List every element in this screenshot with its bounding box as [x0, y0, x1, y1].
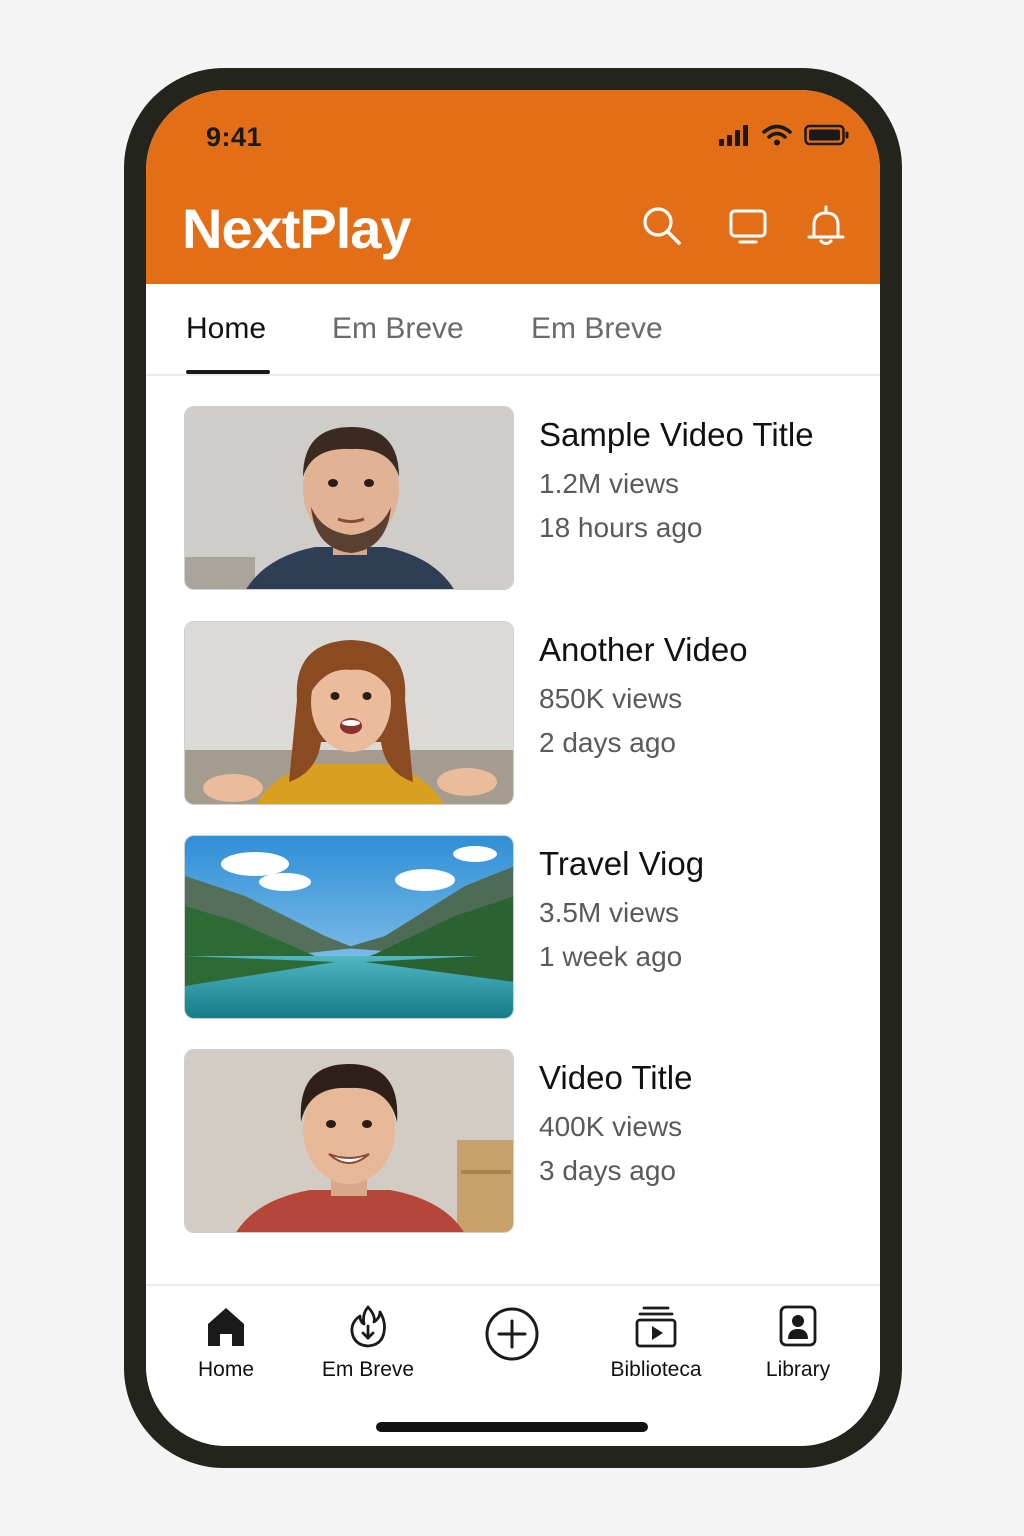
- nav-label: Em Breve: [321, 1358, 415, 1381]
- nav-em-breve[interactable]: Em Breve: [298, 1304, 438, 1382]
- video-views: 1.2M views: [539, 468, 680, 499]
- video-age: 2 days ago: [539, 727, 676, 758]
- mountain-lake-image: [185, 836, 513, 1018]
- wifi-icon: [762, 124, 792, 146]
- video-age: 3 days ago: [539, 1155, 676, 1186]
- app-header: 9:41 NextPlay: [146, 90, 880, 284]
- signal-icon: [719, 125, 748, 146]
- tab-home[interactable]: Home: [186, 312, 266, 346]
- bell-icon: [807, 205, 845, 245]
- video-thumbnail[interactable]: [184, 621, 514, 805]
- battery-icon: [804, 124, 849, 146]
- active-tab-indicator: [186, 370, 270, 374]
- video-age: 18 hours ago: [539, 512, 703, 543]
- flame-icon: [350, 1305, 386, 1348]
- app-logo-title: NextPlay: [182, 197, 412, 260]
- woman-portrait-image: [185, 622, 513, 804]
- video-title: Sample Video Title: [539, 416, 814, 453]
- video-thumbnail[interactable]: [184, 406, 514, 590]
- man-portrait-image: [185, 407, 513, 589]
- video-item[interactable]: Another Video 850K views 2 days ago: [184, 621, 844, 805]
- video-item[interactable]: Video Title 400K views 3 days ago: [184, 1049, 844, 1233]
- add-circle-icon: [485, 1307, 539, 1361]
- nav-biblioteca[interactable]: Biblioteca: [586, 1304, 726, 1382]
- nav-label: Home: [197, 1358, 255, 1381]
- video-title: Travel Viog: [539, 845, 705, 882]
- search-icon: [643, 207, 681, 245]
- nav-label: Library: [765, 1358, 831, 1381]
- status-time: 9:41: [206, 122, 263, 152]
- tab-bar: Home Em Breve Em Breve: [146, 284, 880, 376]
- library-play-icon: [635, 1306, 677, 1348]
- video-views: 400K views: [539, 1111, 683, 1142]
- search-button[interactable]: [640, 204, 684, 248]
- status-icons: [718, 124, 850, 146]
- notifications-button[interactable]: [804, 204, 848, 248]
- video-title: Another Video: [539, 631, 748, 668]
- home-indicator: [376, 1422, 648, 1432]
- nav-home[interactable]: Home: [156, 1304, 296, 1382]
- nav-create[interactable]: [442, 1306, 582, 1362]
- video-age: 1 week ago: [539, 941, 683, 972]
- video-title: Video Title: [539, 1059, 693, 1096]
- tab-em-breve[interactable]: Em Breve: [332, 312, 464, 346]
- phone-frame: 9:41 NextPlay Home Em Breve Em Breve Sam…: [124, 68, 902, 1468]
- nav-label: Biblioteca: [610, 1358, 702, 1381]
- video-views: 3.5M views: [539, 897, 680, 928]
- video-item[interactable]: Sample Video Title 1.2M views 18 hours a…: [184, 406, 844, 590]
- man-smiling-portrait-image: [185, 1050, 513, 1232]
- video-item[interactable]: Travel Viog 3.5M views 1 week ago: [184, 835, 844, 1019]
- video-views: 850K views: [539, 683, 683, 714]
- cast-button[interactable]: [726, 204, 770, 248]
- nav-library[interactable]: Library: [728, 1304, 868, 1382]
- home-icon: [208, 1308, 244, 1346]
- account-box-icon: [779, 1305, 817, 1347]
- screen: 9:41 NextPlay Home Em Breve Em Breve Sam…: [146, 90, 880, 1446]
- cast-icon: [729, 209, 767, 244]
- video-thumbnail[interactable]: [184, 835, 514, 1019]
- video-thumbnail[interactable]: [184, 1049, 514, 1233]
- tab-em-breve-2[interactable]: Em Breve: [531, 312, 663, 346]
